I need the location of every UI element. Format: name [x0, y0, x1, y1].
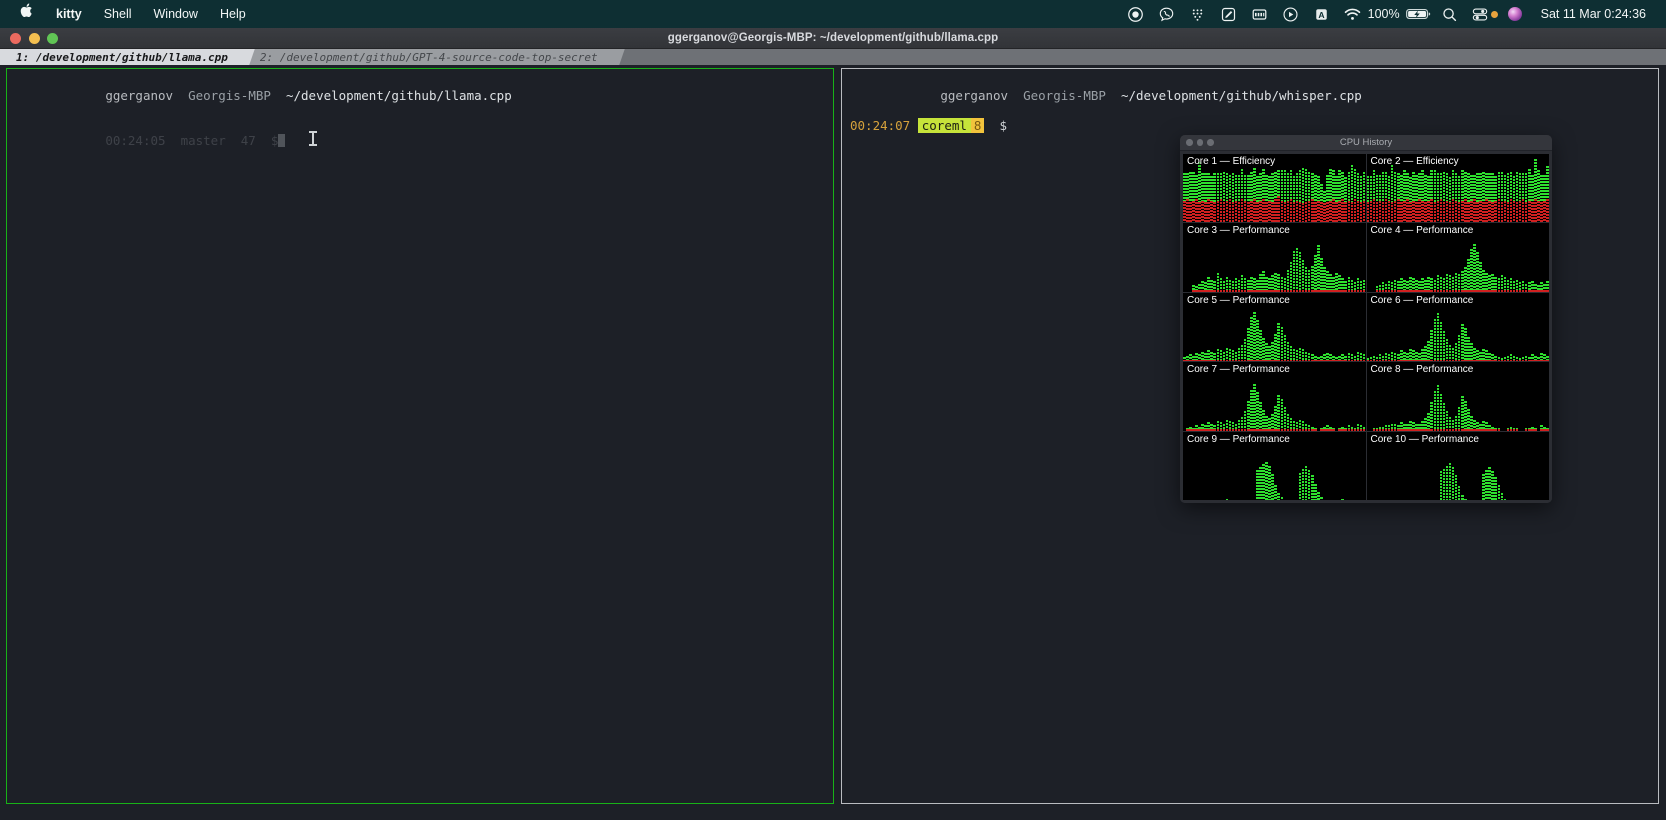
cpu-core-cell-8: Core 8 — Performance	[1366, 362, 1549, 431]
cpu-core-label: Core 4 — Performance	[1370, 225, 1474, 237]
menu-item-window[interactable]: Window	[143, 0, 209, 28]
window-title: ggerganov@Georgis-MBP: ~/development/git…	[667, 32, 999, 44]
cpu-core-label: Core 5 — Performance	[1187, 294, 1290, 306]
window-titlebar[interactable]: ggerganov@Georgis-MBP: ~/development/git…	[0, 28, 1666, 49]
right-pane-status-line: 00:24:07 coreml 8 $	[850, 118, 1652, 133]
svg-text:A: A	[1318, 9, 1324, 19]
battery-charging-icon[interactable]	[1403, 0, 1434, 28]
cpu-core-cell-3: Core 3 — Performance	[1183, 223, 1366, 292]
cpu-core-label: Core 7 — Performance	[1187, 364, 1290, 376]
cpu-core-cell-5: Core 5 — Performance	[1183, 292, 1366, 362]
menu-bar-app-menus: kitty Shell Window Help	[8, 0, 257, 28]
menu-bar-status-items: A 100% Sat 11 Mar 0:24:36	[1120, 0, 1658, 28]
wifi-icon[interactable]	[1337, 0, 1368, 28]
cpu-core-label: Core 2 — Efficiency	[1370, 156, 1459, 167]
cpu-core-label: Core 9 — Performance	[1187, 433, 1290, 445]
cpu-core-label: Core 8 — Performance	[1370, 364, 1474, 376]
menu-item-kitty[interactable]: kitty	[45, 0, 93, 28]
minimize-button[interactable]	[28, 32, 40, 44]
left-prompt-path: ~/development/github/llama.cpp	[285, 88, 512, 103]
cpu-core-cell-9: Core 9 — Performance	[1183, 431, 1366, 500]
play-circle-icon[interactable]	[1275, 0, 1306, 28]
pencil-note-icon[interactable]	[1213, 0, 1244, 28]
right-prompt-host: Georgis-MBP	[1023, 88, 1106, 103]
right-prompt-user: ggerganov	[940, 88, 1009, 103]
left-pane-status-line: 00:24:05 master 47 $	[15, 118, 827, 163]
left-pane-prompt-line: ggerganov Georgis-MBP ~/development/gith…	[15, 73, 827, 118]
tab-bar-filler	[613, 49, 1666, 65]
cpu-history-window[interactable]: CPU History Core 1 — Efficiency Core 2 — …	[1180, 135, 1552, 503]
text-cursor	[278, 134, 286, 147]
cpu-core-cell-7: Core 7 — Performance	[1183, 362, 1366, 431]
left-prompt-user: ggerganov	[105, 88, 174, 103]
presentation-icon[interactable]	[1244, 0, 1275, 28]
cpu-core-cell-10: Core 10 — Performance	[1366, 431, 1549, 500]
cpu-core-label: Core 6 — Performance	[1370, 294, 1474, 306]
apple-logo-icon[interactable]	[8, 0, 45, 28]
record-icon[interactable]	[1120, 0, 1151, 28]
battery-percentage[interactable]: 100%	[1368, 7, 1403, 21]
cpu-core-label: Core 10 — Performance	[1370, 433, 1479, 445]
menu-bar-clock[interactable]: Sat 11 Mar 0:24:36	[1531, 7, 1654, 21]
input-source-A-icon[interactable]: A	[1306, 0, 1337, 28]
right-prompt-env-segment: coreml	[917, 118, 971, 133]
close-button[interactable]	[10, 32, 21, 44]
cpu-history-titlebar[interactable]: CPU History	[1180, 135, 1552, 151]
tab-label: 2: /development/github/GPT-4-source-code…	[259, 50, 598, 64]
grid-dots-icon[interactable]	[1182, 0, 1213, 28]
cpu-core-cell-1: Core 1 — Efficiency	[1183, 154, 1366, 223]
right-prompt-symbol: $	[999, 118, 1008, 133]
menu-item-shell[interactable]: Shell	[93, 0, 143, 28]
tab-gpt4-source[interactable]: 2: /development/github/GPT-4-source-code…	[243, 49, 625, 65]
menu-item-help[interactable]: Help	[209, 0, 257, 28]
window-traffic-lights	[0, 32, 58, 44]
right-prompt-time: 00:24:07	[850, 118, 911, 133]
cpu-core-cell-6: Core 6 — Performance	[1366, 292, 1549, 362]
mouse-ibeam-cursor	[309, 131, 317, 146]
cpu-core-grid: Core 1 — Efficiency Core 2 — Efficiency Co…	[1180, 151, 1552, 503]
left-status-text: 00:24:05 master 47 $	[105, 133, 279, 148]
cpu-history-title: CPU History	[1339, 137, 1393, 148]
cpu-core-cell-2: Core 2 — Efficiency	[1366, 154, 1549, 223]
tab-bar: 1: /development/github/llama.cpp 2: /dev…	[0, 49, 1666, 65]
screen: kitty Shell Window Help A 100% Sat 11 Ma…	[0, 0, 1666, 820]
tab-label: 1: /development/github/llama.cpp	[16, 50, 228, 64]
terminal-pane-left[interactable]: ggerganov Georgis-MBP ~/development/gith…	[6, 68, 834, 804]
kitty-terminal-window: ggerganov@Georgis-MBP: ~/development/git…	[0, 28, 1666, 820]
cpu-core-label: Core 1 — Efficiency	[1187, 156, 1276, 167]
right-prompt-branch-segment: 8	[970, 118, 985, 133]
left-prompt-host: Georgis-MBP	[188, 88, 271, 103]
spotlight-search-icon[interactable]	[1434, 0, 1465, 28]
macos-menu-bar: kitty Shell Window Help A 100% Sat 11 Ma…	[0, 0, 1666, 28]
siri-orb-icon[interactable]	[1500, 0, 1531, 28]
right-prompt-path: ~/development/github/whisper.cpp	[1120, 88, 1362, 103]
viber-icon[interactable]	[1151, 0, 1182, 28]
cpu-core-label: Core 3 — Performance	[1187, 225, 1290, 237]
right-pane-prompt-line: ggerganov Georgis-MBP ~/development/gith…	[850, 73, 1652, 118]
cpu-core-cell-4: Core 4 — Performance	[1366, 223, 1549, 292]
zoom-button[interactable]	[47, 32, 58, 44]
orange-status-dot	[1490, 10, 1498, 18]
tab-llama-cpp[interactable]: 1: /development/github/llama.cpp	[0, 49, 255, 65]
